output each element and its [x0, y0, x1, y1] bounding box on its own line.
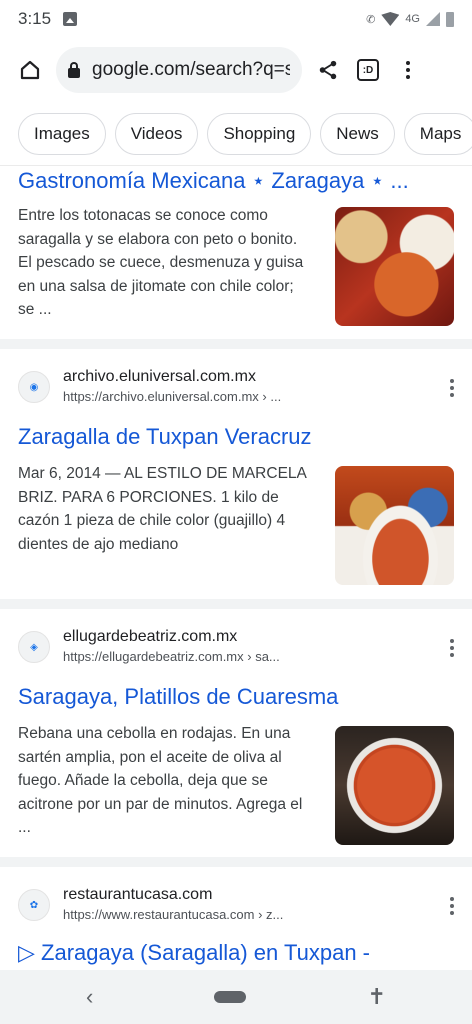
- search-results: Gastronomía Mexicana ⋆ Zaragaya ⋆ ... En…: [0, 166, 472, 970]
- result-more-button[interactable]: [450, 897, 454, 915]
- wifi-icon: [381, 12, 400, 26]
- signal-icon: [426, 12, 440, 26]
- wifi-call-icon: ✆: [366, 13, 376, 26]
- site-info: restaurantucasa.com https://www.restaura…: [63, 885, 283, 925]
- site-url: https://archivo.eluniversal.com.mx › ...: [63, 389, 282, 404]
- result-snippet: Mar 6, 2014 — AL ESTILO DE MARCELA BRIZ.…: [18, 465, 307, 553]
- battery-icon: [446, 11, 454, 27]
- share-button[interactable]: [308, 50, 348, 90]
- site-info: archivo.eluniversal.com.mx https://archi…: [63, 367, 281, 407]
- accessibility-icon[interactable]: ✝: [368, 984, 386, 1010]
- browser-toolbar: google.com/search?q=s :D: [0, 38, 472, 102]
- site-favicon-icon: ◉: [18, 371, 50, 403]
- result-snippet: Rebana una cebolla en rodajas. En una sa…: [18, 725, 303, 836]
- site-info: ellugardebeatriz.com.mx https://ellugard…: [63, 627, 280, 667]
- home-icon: [20, 60, 40, 80]
- tab-count: :D: [357, 59, 379, 81]
- home-button[interactable]: [10, 50, 50, 90]
- result-more-button[interactable]: [450, 639, 454, 657]
- result-card: ✿ restaurantucasa.com https://www.restau…: [0, 867, 472, 970]
- status-time: 3:15: [18, 9, 52, 28]
- result-thumbnail[interactable]: [335, 726, 454, 845]
- site-favicon-icon: ✿: [18, 889, 50, 921]
- chip-news[interactable]: News: [320, 112, 395, 155]
- system-nav-bar: ‹ ✝: [0, 970, 472, 1024]
- result-snippet: Entre los totonacas se conoce como sarag…: [18, 207, 304, 318]
- url-text: google.com/search?q=s: [92, 59, 290, 80]
- address-bar[interactable]: google.com/search?q=s: [56, 47, 302, 93]
- chip-shopping[interactable]: Shopping: [207, 112, 312, 155]
- result-title[interactable]: ▷ Zaragaya (Saragalla) en Tuxpan -: [18, 940, 458, 966]
- status-icons: ✆ 4G: [366, 11, 454, 27]
- tab-switcher-button[interactable]: :D: [348, 50, 388, 90]
- more-vert-icon: [406, 61, 410, 79]
- result-card: ◈ ellugardebeatriz.com.mx https://elluga…: [0, 609, 472, 857]
- search-filter-chips: Images Videos Shopping News Maps B: [0, 102, 472, 166]
- chip-images[interactable]: Images: [18, 112, 106, 155]
- gallery-notification-icon: [63, 12, 78, 26]
- site-url: https://ellugardebeatriz.com.mx › sa...: [63, 649, 280, 664]
- result-title[interactable]: Saragaya, Platillos de Cuaresma: [18, 684, 458, 710]
- site-name: ellugardebeatriz.com.mx: [63, 628, 238, 645]
- result-title[interactable]: Gastronomía Mexicana ⋆ Zaragaya ⋆ ...: [18, 168, 458, 194]
- site-row[interactable]: ✿ restaurantucasa.com https://www.restau…: [18, 885, 458, 925]
- site-row[interactable]: ◉ archivo.eluniversal.com.mx https://arc…: [18, 367, 458, 407]
- site-name: restaurantucasa.com: [63, 886, 213, 903]
- home-pill-icon[interactable]: [214, 991, 247, 1003]
- share-icon: [319, 60, 337, 80]
- site-name: archivo.eluniversal.com.mx: [63, 368, 256, 385]
- result-card: ◉ archivo.eluniversal.com.mx https://arc…: [0, 349, 472, 599]
- result-card: Gastronomía Mexicana ⋆ Zaragaya ⋆ ... En…: [0, 166, 472, 339]
- chip-maps[interactable]: Maps: [403, 112, 472, 155]
- network-type: 4G: [405, 13, 420, 25]
- result-title[interactable]: Zaragalla de Tuxpan Veracruz: [18, 424, 458, 450]
- chip-videos[interactable]: Videos: [114, 112, 199, 155]
- result-thumbnail[interactable]: [335, 466, 454, 585]
- status-bar: 3:15 ✆ 4G: [0, 0, 472, 38]
- site-row[interactable]: ◈ ellugardebeatriz.com.mx https://elluga…: [18, 627, 458, 667]
- result-more-button[interactable]: [450, 379, 454, 397]
- lock-icon: [68, 61, 80, 78]
- site-url: https://www.restaurantucasa.com › z...: [63, 907, 284, 922]
- result-thumbnail[interactable]: [335, 207, 454, 326]
- site-favicon-icon: ◈: [18, 631, 50, 663]
- browser-menu-button[interactable]: [388, 50, 428, 90]
- back-icon[interactable]: ‹: [86, 984, 93, 1010]
